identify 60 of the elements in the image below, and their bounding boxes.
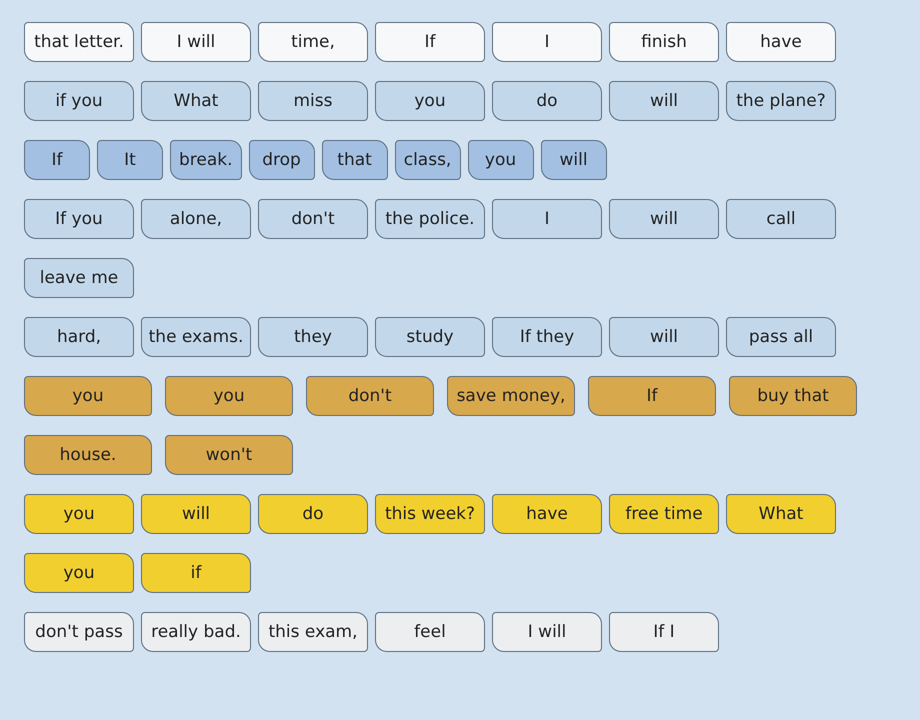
word-tile[interactable]: If they [492, 317, 602, 357]
word-tile[interactable]: study [375, 317, 485, 357]
word-tile[interactable]: time, [258, 22, 368, 62]
word-tile[interactable]: I will [492, 612, 602, 652]
word-tile[interactable]: don't [258, 199, 368, 239]
word-tile[interactable]: It [97, 140, 163, 180]
word-tile[interactable]: you [24, 553, 134, 593]
word-tile[interactable]: will [609, 317, 719, 357]
word-tile[interactable]: What [726, 494, 836, 534]
word-tile[interactable]: If [588, 376, 716, 416]
word-tile[interactable]: this week? [375, 494, 485, 534]
word-tile[interactable]: class, [394, 140, 461, 180]
word-tile[interactable]: hard, [24, 317, 134, 357]
word-tile[interactable]: If [375, 22, 485, 62]
word-tile[interactable]: have [492, 494, 602, 534]
word-tile[interactable]: free time [609, 494, 719, 534]
word-tile[interactable]: drop [248, 140, 315, 180]
word-tile[interactable]: call [726, 199, 836, 239]
word-tile[interactable]: do [492, 81, 602, 121]
word-tile[interactable]: won't [165, 435, 293, 475]
word-tile[interactable]: will [609, 81, 719, 121]
word-tile[interactable]: feel [375, 612, 485, 652]
word-tile[interactable]: save money, [447, 376, 575, 416]
word-tile[interactable]: What [141, 81, 251, 121]
word-tile[interactable]: buy that [729, 376, 857, 416]
word-tile[interactable]: the plane? [726, 81, 836, 121]
word-tile[interactable]: break. [170, 140, 242, 180]
word-tile[interactable]: you [24, 494, 134, 534]
word-tile[interactable]: do [258, 494, 368, 534]
word-tile[interactable]: they [258, 317, 368, 357]
word-tile[interactable]: that [322, 140, 388, 180]
word-tile[interactable]: finish [609, 22, 719, 62]
word-tile[interactable]: if you [24, 81, 134, 121]
word-tile[interactable]: If you [24, 199, 134, 239]
word-tile[interactable]: have [726, 22, 836, 62]
word-tile[interactable]: don't pass [24, 612, 134, 652]
word-tile[interactable]: don't [306, 376, 434, 416]
word-tile[interactable]: really bad. [141, 612, 251, 652]
word-tile[interactable]: you [468, 140, 534, 180]
word-tile[interactable]: the exams. [141, 317, 251, 357]
word-tile[interactable]: will [141, 494, 251, 534]
word-tile[interactable]: you [165, 376, 293, 416]
word-tile[interactable]: if [141, 553, 251, 593]
word-tile[interactable]: I will [141, 22, 251, 62]
word-tile[interactable]: alone, [141, 199, 251, 239]
word-tile[interactable]: house. [24, 435, 152, 475]
word-tile[interactable]: miss [258, 81, 368, 121]
word-tile[interactable]: I [492, 199, 602, 239]
word-tile[interactable]: I [492, 22, 602, 62]
word-tile[interactable]: this exam, [258, 612, 368, 652]
word-tile[interactable]: If I [609, 612, 719, 652]
word-tile[interactable]: that letter. [24, 22, 134, 62]
word-tile[interactable]: will [540, 140, 607, 180]
word-tile[interactable]: you [375, 81, 485, 121]
word-tile[interactable]: you [24, 376, 152, 416]
word-tile[interactable]: If [24, 140, 90, 180]
word-tile[interactable]: will [609, 199, 719, 239]
word-tile[interactable]: leave me [24, 258, 134, 298]
word-tile[interactable]: pass all [726, 317, 836, 357]
word-tile[interactable]: the police. [375, 199, 485, 239]
